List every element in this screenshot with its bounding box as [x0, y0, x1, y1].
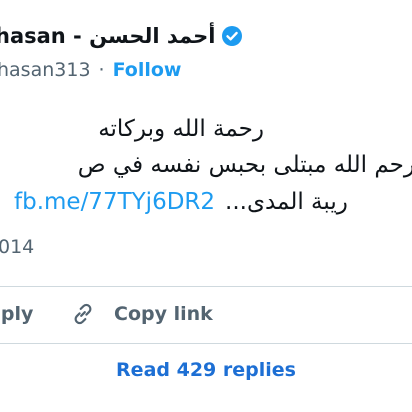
copy-link-button[interactable]: Copy link	[70, 298, 213, 330]
tweet-text-line: fb.me/77TYj6DR2 ريبة المدى...	[14, 187, 348, 217]
follow-button[interactable]: Follow	[113, 59, 182, 81]
author-name-line: hasan - أحمد الحسن	[0, 20, 243, 52]
author-handle-line: hasan313 · Follow	[0, 56, 182, 84]
author-handle[interactable]: hasan313	[0, 59, 91, 81]
tweet-timestamp[interactable]: 014	[0, 236, 34, 258]
tweet-text-fragment: ريبة المدى...	[225, 189, 348, 215]
tweet-link[interactable]: fb.me/77TYj6DR2	[14, 187, 215, 217]
link-icon	[70, 301, 96, 327]
divider	[0, 286, 412, 287]
tweet-text-line: رحمة الله وبركاته	[98, 116, 264, 142]
dot-separator: ·	[98, 59, 105, 81]
verified-badge-icon	[221, 25, 243, 47]
reply-button[interactable]: eply	[0, 300, 33, 328]
read-replies-button[interactable]: Read 429 replies	[0, 350, 412, 390]
copy-link-label: Copy link	[114, 303, 213, 325]
author-name[interactable]: hasan - أحمد الحسن	[0, 24, 215, 48]
divider	[0, 343, 412, 344]
read-replies-label: Read 429 replies	[116, 359, 296, 381]
tweet-text-line: رحم الله مبتلى بحبس نفسه في ص	[77, 152, 412, 178]
